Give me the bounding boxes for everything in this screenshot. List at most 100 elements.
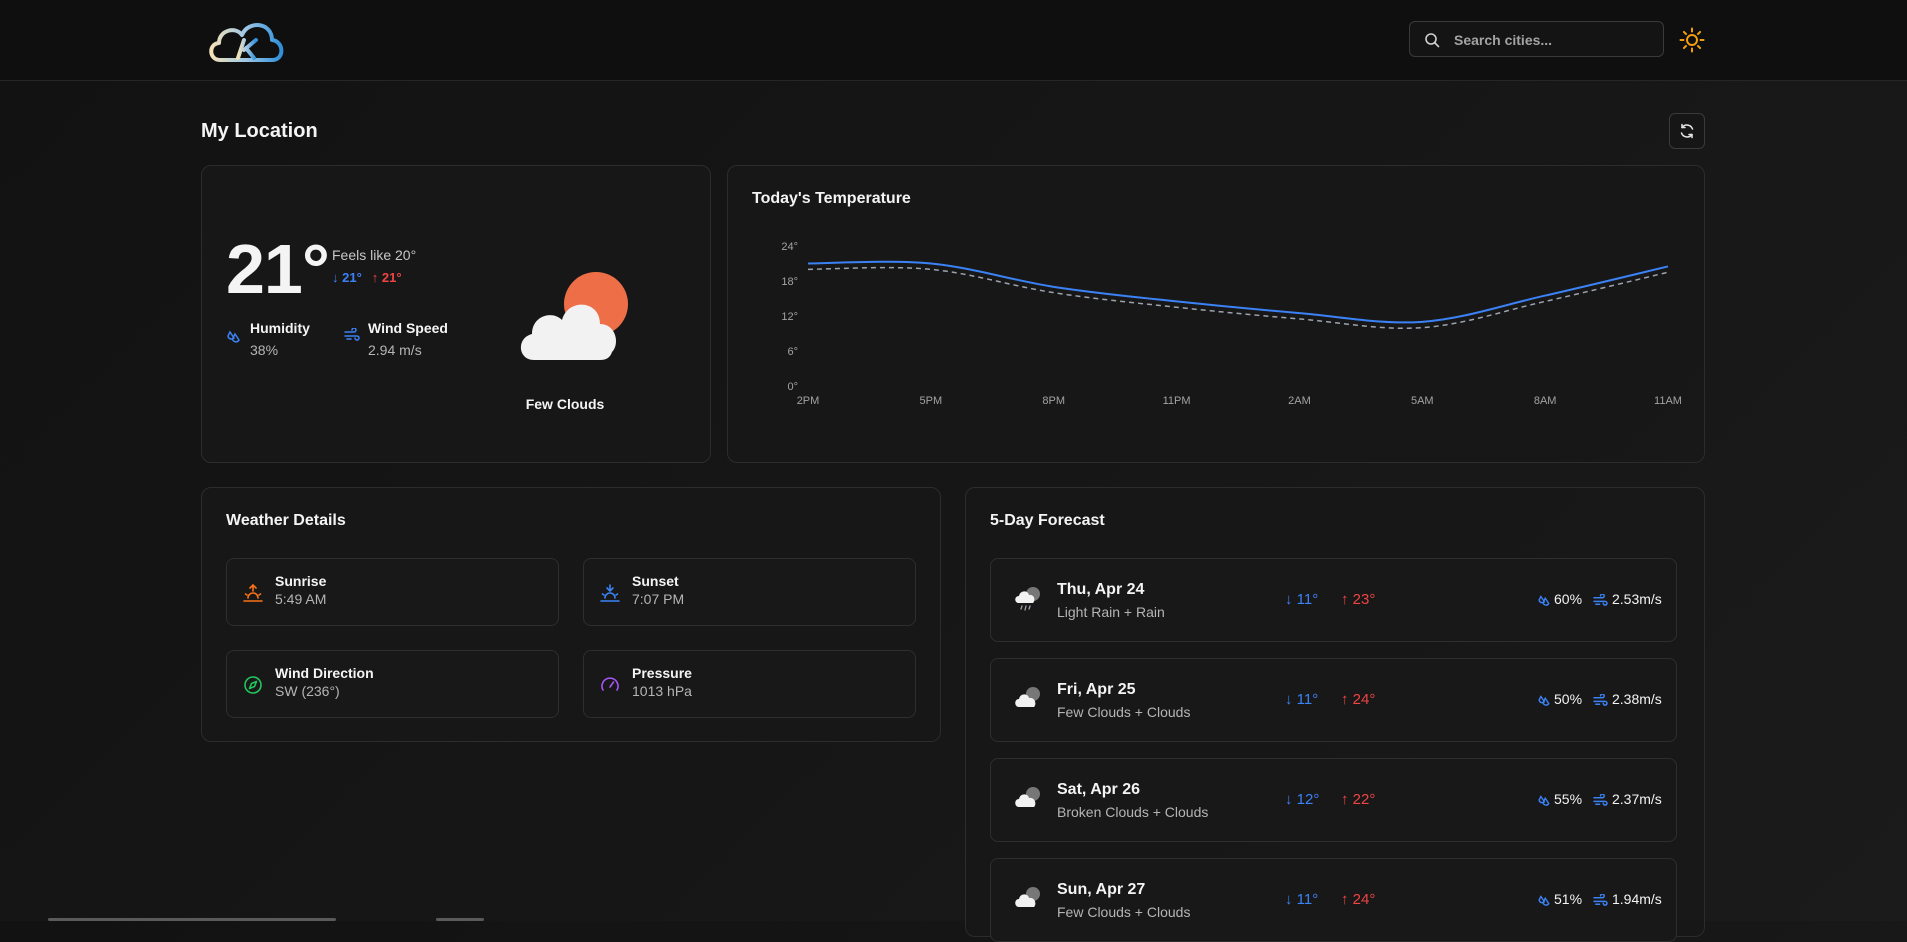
- refresh-icon: [1680, 123, 1694, 139]
- forecast-wind: 2.38m/s: [1593, 691, 1662, 707]
- weather-details-card: Weather Details Sunrise 5:49 AM Sunset 7…: [201, 487, 941, 742]
- humidity-value: 38%: [250, 342, 279, 358]
- x-tick-label: 2PM: [797, 395, 820, 407]
- sunset-icon: [600, 584, 620, 602]
- temperature-chart: 24° 18° 12° 6° 0° 2PM 5PM 8PM 11PM 2AM 5AM 8AM 11AM: [781, 241, 1682, 407]
- forecast-row: Fri, Apr 25 Few Clouds + Clouds ↓ 11° ↑ …: [990, 658, 1677, 742]
- forecast-day: Thu, Apr 24: [1057, 581, 1145, 598]
- cloud-icon: [1015, 687, 1040, 707]
- x-tick-label: 11AM: [1654, 395, 1682, 407]
- y-tick-label: 0°: [787, 381, 798, 393]
- humidity-icon: [1538, 695, 1550, 706]
- forecast-low: ↓ 11°: [1285, 891, 1319, 908]
- refresh-button[interactable]: [1669, 113, 1705, 149]
- feels-like: Feels like 20°: [332, 247, 417, 263]
- forecast-title: 5-Day Forecast: [990, 512, 1105, 529]
- detail-label: Wind Direction: [275, 665, 374, 681]
- few-clouds-icon: [520, 272, 628, 360]
- humidity-icon: [1538, 795, 1550, 806]
- detail-label: Sunrise: [275, 573, 327, 589]
- wind-icon: [1593, 593, 1608, 606]
- forecast-high: ↑ 22°: [1341, 791, 1376, 808]
- detail-pressure: Pressure 1013 hPa: [583, 650, 916, 718]
- detail-value: 5:49 AM: [275, 591, 327, 607]
- y-tick-label: 12°: [781, 311, 798, 323]
- details-title: Weather Details: [226, 512, 346, 529]
- detail-sunset: Sunset 7:07 PM: [583, 558, 916, 626]
- temperature-chart-card: Today's Temperature 24° 18° 12° 6° 0° 2PM 5PM 8…: [727, 165, 1705, 463]
- forecast-row: Sun, Apr 27 Few Clouds + Clouds ↓ 11° ↑ …: [990, 858, 1677, 942]
- humidity-stat: Humidity 38%: [226, 320, 326, 364]
- wind-icon: [344, 328, 360, 341]
- x-tick-label: 11PM: [1163, 395, 1191, 407]
- wind-stat: Wind Speed 2.94 m/s: [344, 320, 464, 364]
- max-temp: ↑ 21°: [371, 270, 402, 285]
- forecast-high: ↑ 23°: [1341, 591, 1376, 608]
- forecast-day: Fri, Apr 25: [1057, 681, 1136, 698]
- top-bar: [0, 0, 1907, 81]
- forecast-desc: Broken Clouds + Clouds: [1057, 804, 1209, 820]
- forecast-humidity: 50%: [1537, 691, 1582, 707]
- y-tick-label: 18°: [781, 276, 798, 288]
- y-tick-label: 6°: [787, 346, 798, 358]
- min-max: ↓ 21° ↑ 21°: [332, 270, 402, 285]
- forecast-desc: Few Clouds + Clouds: [1057, 904, 1191, 920]
- forecast-humidity: 51%: [1537, 891, 1582, 907]
- chart-title: Today's Temperature: [752, 190, 911, 207]
- forecast-high: ↑ 24°: [1341, 691, 1376, 708]
- gauge-icon: [601, 677, 619, 691]
- forecast-humidity: 60%: [1537, 591, 1582, 607]
- cloud-logo[interactable]: [206, 14, 286, 66]
- forecast-row: Thu, Apr 24 Light Rain + Rain ↓ 11° ↑ 23…: [990, 558, 1677, 642]
- detail-value: 7:07 PM: [632, 591, 685, 607]
- detail-label: Sunset: [632, 573, 679, 589]
- forecast-high: ↑ 24°: [1341, 891, 1376, 908]
- forecast-day: Sat, Apr 26: [1057, 781, 1140, 798]
- forecast-low: ↓ 12°: [1285, 791, 1320, 808]
- y-tick-label: 24°: [781, 241, 798, 253]
- search-box[interactable]: [1409, 21, 1664, 57]
- detail-value: SW (236°): [275, 683, 340, 699]
- x-tick-label: 8AM: [1534, 395, 1557, 407]
- wind-icon: [1593, 693, 1608, 706]
- humidity-label: Humidity: [250, 320, 310, 336]
- x-tick-label: 8PM: [1042, 395, 1065, 407]
- min-temp: ↓ 21°: [332, 270, 362, 285]
- forecast-wind: 2.53m/s: [1593, 591, 1662, 607]
- x-tick-label: 5PM: [920, 395, 943, 407]
- forecast-low: ↓ 11°: [1285, 691, 1319, 708]
- current-temperature: 21°: [226, 230, 330, 308]
- search-input[interactable]: [1452, 28, 1656, 52]
- humidity-icon: [1538, 595, 1550, 606]
- compass-icon: [244, 676, 262, 694]
- cloud-icon: [1015, 787, 1040, 807]
- wind-icon: [1593, 893, 1608, 906]
- humidity-icon: [227, 330, 240, 343]
- forecast-wind: 2.37m/s: [1593, 791, 1662, 807]
- detail-wind-direction: Wind Direction SW (236°): [226, 650, 559, 718]
- sun-icon[interactable]: [1679, 27, 1705, 53]
- forecast-desc: Few Clouds + Clouds: [1057, 704, 1191, 720]
- detail-value: 1013 hPa: [632, 683, 692, 699]
- x-tick-label: 2AM: [1288, 395, 1311, 407]
- wind-icon: [1593, 793, 1608, 806]
- rain-cloud-icon: [1015, 587, 1040, 611]
- wind-value: 2.94 m/s: [368, 342, 422, 358]
- current-weather-card: 21° Feels like 20° ↓ 21° ↑ 21° Humidity 3…: [201, 165, 711, 463]
- sunrise-icon: [243, 583, 263, 602]
- condition-label: Few Clouds: [525, 396, 605, 412]
- wind-label: Wind Speed: [368, 320, 448, 336]
- cloud-icon: [1015, 887, 1040, 907]
- forecast-day: Sun, Apr 27: [1057, 881, 1146, 898]
- forecast-desc: Light Rain + Rain: [1057, 604, 1165, 620]
- detail-label: Pressure: [632, 665, 692, 681]
- forecast-humidity: 55%: [1537, 791, 1582, 807]
- humidity-icon: [1538, 895, 1550, 906]
- x-tick-label: 5AM: [1411, 395, 1434, 407]
- forecast-row: Sat, Apr 26 Broken Clouds + Clouds ↓ 12°…: [990, 758, 1677, 842]
- page-title: My Location: [201, 120, 318, 142]
- forecast-card: 5-Day Forecast Thu, Apr 24 Light Rain + …: [965, 487, 1705, 942]
- search-icon: [1425, 33, 1440, 48]
- detail-sunrise: Sunrise 5:49 AM: [226, 558, 559, 626]
- forecast-wind: 1.94m/s: [1593, 891, 1662, 907]
